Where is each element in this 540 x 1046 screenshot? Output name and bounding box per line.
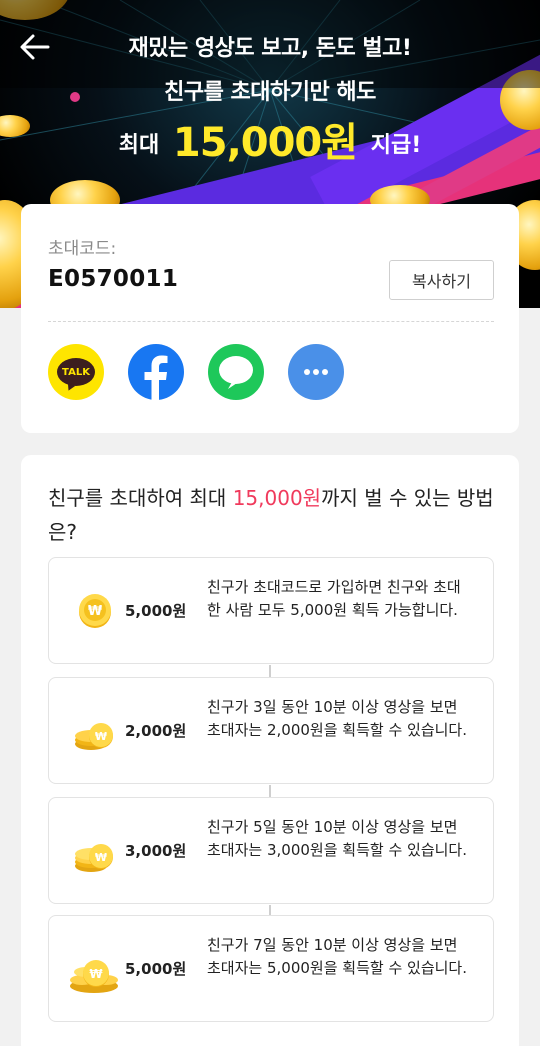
kakao-talk-icon: TALK — [57, 358, 95, 386]
step-card-signup: ₩ 5,000원 친구가 초대코드로 가입하면 친구와 초대한 사람 모두 5,… — [48, 557, 494, 664]
step-connector — [269, 785, 271, 797]
more-icon — [304, 369, 328, 375]
svg-text:₩: ₩ — [89, 967, 103, 981]
banner-reward-suffix: 지급! — [370, 133, 422, 158]
title-prefix: 친구를 초대하여 최대 — [48, 486, 233, 510]
banner-headline: 재밌는 영상도 보고, 돈도 벌고! — [128, 36, 412, 61]
step-connector — [269, 665, 271, 677]
step-amount: 3,000원 — [125, 842, 187, 860]
invite-code-value: E0570011 — [48, 266, 179, 292]
svg-text:₩: ₩ — [95, 730, 107, 743]
step-description: 친구가 7일 동안 10분 이상 영상을 보면 초대자는 5,000원을 획득할… — [207, 936, 467, 977]
step-card-3days: ₩ 2,000원 친구가 3일 동안 10분 이상 영상을 보면 초대자는 2,… — [48, 677, 494, 784]
step-description: 친구가 3일 동안 10분 이상 영상을 보면 초대자는 2,000원을 획득할… — [207, 698, 467, 739]
share-line-button[interactable] — [208, 344, 264, 400]
title-amount: 15,000원 — [232, 486, 322, 510]
coin-pile-icon: ₩ — [70, 960, 118, 993]
line-icon — [219, 356, 253, 389]
copy-code-button[interactable]: 복사하기 — [389, 260, 494, 300]
earning-guide-card: 친구를 초대하여 최대 15,000원까지 벌 수 있는 방법은? ₩ 5,00… — [21, 455, 519, 1046]
step-amount: 2,000원 — [125, 722, 187, 740]
step-amount: 5,000원 — [125, 960, 187, 978]
coin-stack-icon: ₩ — [75, 723, 113, 750]
invite-code-card: 초대코드: E0570011 복사하기 TALK — [21, 204, 519, 433]
banner-subheadline: 친구를 초대하기만 해도 — [164, 80, 376, 105]
step-card-5days: ₩ 3,000원 친구가 5일 동안 10분 이상 영상을 보면 초대자는 3,… — [48, 797, 494, 904]
svg-text:₩: ₩ — [95, 851, 107, 864]
share-more-button[interactable] — [288, 344, 344, 400]
banner-reward-amount: 15,000원 — [172, 120, 358, 166]
share-buttons: TALK — [48, 344, 344, 400]
share-facebook-button[interactable] — [128, 344, 184, 400]
step-card-7days: ₩ 5,000원 친구가 7일 동안 10분 이상 영상을 보면 초대자는 5,… — [48, 915, 494, 1022]
banner-reward-line: 최대 15,000원 지급! — [0, 110, 540, 168]
divider — [48, 321, 494, 322]
earning-guide-title: 친구를 초대하여 최대 15,000원까지 벌 수 있는 방법은? — [48, 481, 498, 549]
step-amount: 5,000원 — [125, 602, 187, 620]
banner-reward-prefix: 최대 — [118, 133, 160, 158]
coin-stack-icon: ₩ — [75, 844, 113, 872]
svg-text:₩: ₩ — [88, 604, 103, 619]
share-kakao-button[interactable]: TALK — [48, 344, 104, 400]
facebook-icon — [144, 355, 168, 400]
step-description: 친구가 5일 동안 10분 이상 영상을 보면 초대자는 3,000원을 획득할… — [207, 818, 467, 859]
step-description: 친구가 초대코드로 가입하면 친구와 초대한 사람 모두 5,000원 획득 가… — [207, 578, 461, 619]
invite-code-label: 초대코드: — [48, 239, 117, 259]
single-coin-icon: ₩ — [79, 594, 111, 628]
